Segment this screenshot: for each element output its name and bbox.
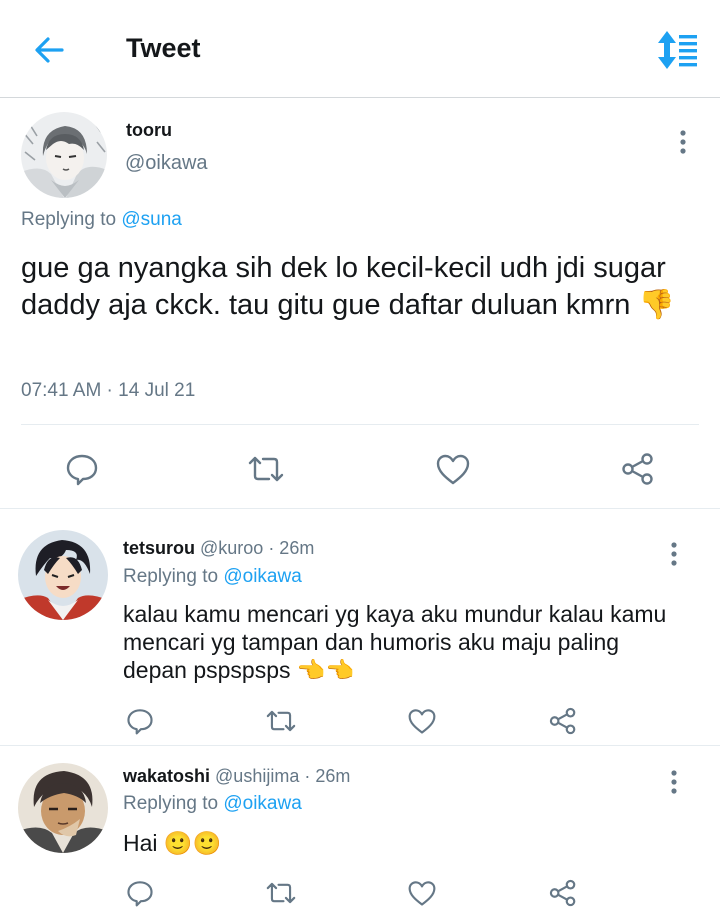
user-handle[interactable]: @kuroo bbox=[200, 538, 263, 558]
reply-tweet: wakatoshi @ushijima · 26m Replying to @oik… bbox=[0, 747, 720, 918]
more-vertical-icon bbox=[671, 542, 677, 566]
heart-icon bbox=[436, 454, 470, 485]
more-options-button[interactable] bbox=[664, 539, 684, 569]
smile-emoji: 🙂🙂 bbox=[163, 830, 222, 856]
share-icon bbox=[549, 707, 576, 735]
more-options-button[interactable] bbox=[664, 767, 684, 797]
replying-to: Replying to @oikawa bbox=[123, 566, 302, 588]
reply-body: kalau kamu mencari yg kaya aku mundur ka… bbox=[123, 601, 667, 683]
display-name[interactable]: tetsurou bbox=[123, 538, 195, 558]
like-button[interactable] bbox=[433, 449, 473, 489]
like-button[interactable] bbox=[405, 704, 439, 738]
back-button[interactable] bbox=[24, 30, 72, 70]
replying-to: Replying to @oikawa bbox=[123, 793, 302, 815]
user-handle[interactable]: @oikawa bbox=[125, 152, 208, 175]
more-vertical-icon bbox=[680, 130, 686, 154]
page-title: Tweet bbox=[126, 33, 201, 63]
reply-icon bbox=[127, 709, 153, 735]
mention-link[interactable]: @oikawa bbox=[223, 793, 301, 814]
display-name[interactable]: wakatoshi bbox=[123, 766, 210, 786]
share-icon bbox=[622, 453, 653, 485]
avatar[interactable] bbox=[18, 763, 108, 853]
retweet-icon bbox=[248, 456, 284, 482]
main-tweet: tooru @oikawa Replying to @suna gue ga n… bbox=[0, 99, 720, 509]
thumbs-down-emoji: 👎 bbox=[638, 289, 675, 321]
avatar[interactable] bbox=[18, 530, 108, 620]
reply-icon bbox=[127, 881, 153, 907]
replying-to-label: Replying to bbox=[123, 566, 219, 587]
pointing-left-emoji: 👈👈 bbox=[296, 657, 355, 683]
replying-to-label: Replying to bbox=[123, 793, 219, 814]
sort-icon bbox=[658, 31, 697, 69]
reply-time: · 26m bbox=[268, 538, 315, 558]
avatar[interactable] bbox=[21, 112, 107, 198]
tweet-timestamp: 07:41 AM · 14 Jul 21 bbox=[21, 380, 196, 401]
more-vertical-icon bbox=[671, 770, 677, 794]
share-button[interactable] bbox=[546, 704, 580, 738]
like-button[interactable] bbox=[405, 876, 439, 910]
retweet-button[interactable] bbox=[264, 876, 298, 910]
more-options-button[interactable] bbox=[673, 127, 693, 157]
mention-link[interactable]: @suna bbox=[121, 209, 182, 230]
reply-header: wakatoshi @ushijima · 26m bbox=[123, 766, 350, 787]
reply-button[interactable] bbox=[123, 704, 157, 738]
tweet-text: gue ga nyangka sih dek lo kecil-kecil ud… bbox=[21, 250, 706, 324]
reply-text: Hai 🙂🙂 bbox=[123, 829, 683, 857]
retweet-icon bbox=[266, 710, 296, 732]
reply-header: tetsurou @kuroo · 26m bbox=[123, 538, 314, 559]
retweet-button[interactable] bbox=[246, 449, 286, 489]
arrow-left-icon bbox=[35, 37, 64, 63]
reply-time: · 26m bbox=[304, 766, 351, 786]
retweet-icon bbox=[266, 882, 296, 904]
reply-tweet: tetsurou @kuroo · 26m Replying to @oikawa … bbox=[0, 510, 720, 746]
reply-button[interactable] bbox=[62, 449, 102, 489]
tweet-body: gue ga nyangka sih dek lo kecil-kecil ud… bbox=[21, 252, 666, 321]
replying-to-label: Replying to bbox=[21, 209, 117, 230]
top-bar: Tweet bbox=[0, 0, 720, 98]
retweet-button[interactable] bbox=[264, 704, 298, 738]
reply-button[interactable] bbox=[123, 876, 157, 910]
user-handle[interactable]: @ushijima bbox=[215, 766, 299, 786]
mention-link[interactable]: @oikawa bbox=[223, 566, 301, 587]
reply-icon bbox=[66, 454, 98, 486]
sort-button[interactable] bbox=[650, 28, 702, 72]
share-button[interactable] bbox=[546, 876, 580, 910]
display-name[interactable]: tooru bbox=[126, 120, 172, 141]
heart-icon bbox=[408, 709, 436, 734]
heart-icon bbox=[408, 881, 436, 906]
reply-text: kalau kamu mencari yg kaya aku mundur ka… bbox=[123, 600, 683, 684]
share-icon bbox=[549, 879, 576, 907]
replying-to: Replying to @suna bbox=[21, 209, 182, 231]
share-button[interactable] bbox=[618, 449, 658, 489]
reply-body: Hai bbox=[123, 830, 158, 856]
divider bbox=[21, 424, 699, 425]
